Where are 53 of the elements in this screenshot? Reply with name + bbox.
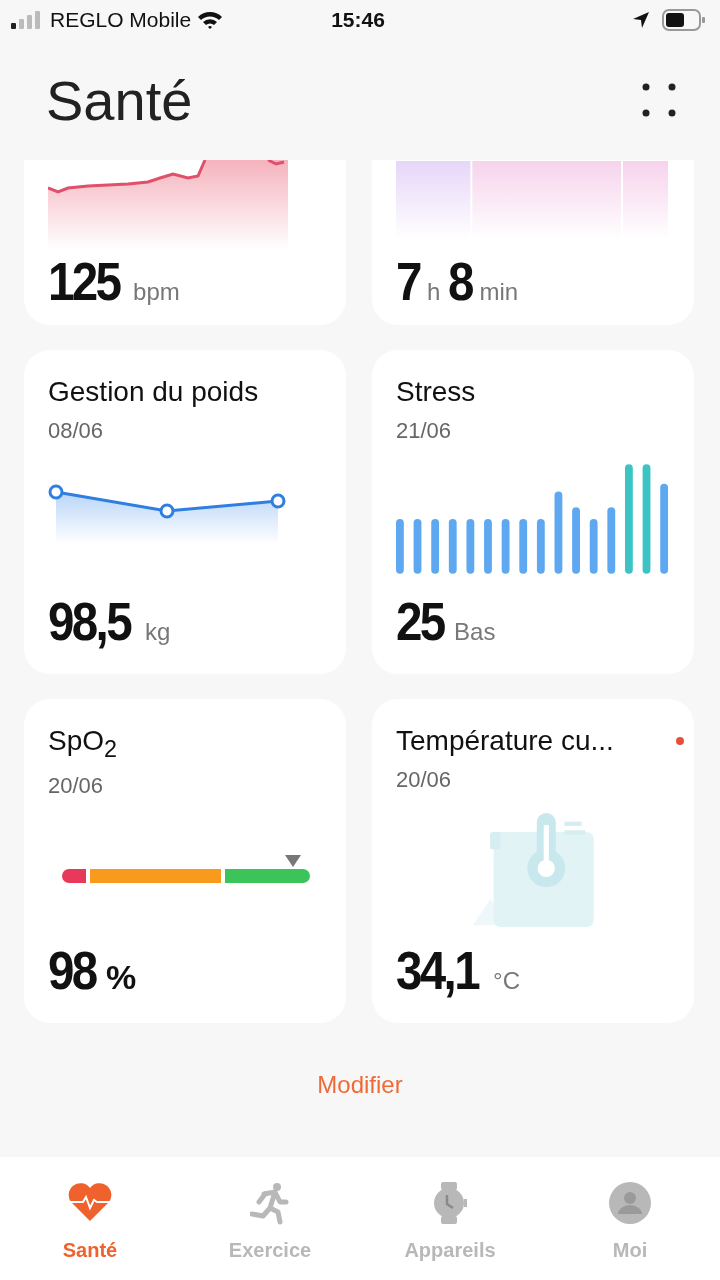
stress-bar <box>448 518 457 574</box>
avatar-icon <box>609 1181 651 1225</box>
card-date: 08/06 <box>48 418 105 444</box>
more-icon[interactable] <box>642 83 676 117</box>
stress-bar <box>501 518 510 574</box>
stress-bar <box>572 507 580 574</box>
location-icon <box>632 11 650 29</box>
stress-bar <box>536 518 545 574</box>
reading-value: 98 <box>48 939 96 1001</box>
card-title: SpO$_{2}$ <box>48 725 117 763</box>
reading-value: 8 <box>448 250 473 312</box>
reading-unit: min <box>479 278 519 306</box>
battery-icon <box>662 8 706 32</box>
health-card[interactable]: Stress 21/06 25 Bas <box>372 350 694 674</box>
data-point <box>159 503 175 519</box>
card-title: Stress <box>396 376 476 408</box>
reading-unit: °C <box>493 967 521 995</box>
reading-value: 7 <box>396 250 420 312</box>
health-card[interactable]: Température cu... 20/06 34,1 °C <box>372 699 694 1023</box>
watch-icon <box>433 1181 467 1225</box>
health-card[interactable]: 7 h 8 min <box>372 160 694 325</box>
stress-bar <box>466 518 475 574</box>
stress-bar <box>396 518 404 574</box>
health-card[interactable]: Gestion du poids 08/06 98,5 kg <box>24 350 346 674</box>
card-title: Gestion du poids <box>48 376 259 408</box>
card-date: 20/06 <box>48 772 105 799</box>
reading-value: 98,5 <box>48 590 130 652</box>
reading-unit: kg <box>145 618 171 646</box>
runner-icon <box>250 1181 290 1225</box>
wifi-icon <box>197 10 224 30</box>
health-card[interactable]: SpO$_{2}$ 20/06 98 % <box>24 699 346 1023</box>
stress-bar <box>413 518 422 574</box>
stress-bar <box>607 507 616 574</box>
card-date: 21/06 <box>396 418 453 444</box>
health-card[interactable]: 125 bpm <box>24 160 346 325</box>
stress-bar <box>519 518 528 574</box>
carrier-name: REGLO Mobile <box>50 8 192 32</box>
stress-bar <box>484 518 492 574</box>
reading-unit: Bas <box>454 618 496 646</box>
data-point <box>48 484 64 500</box>
page-title: Santé <box>46 67 193 133</box>
stress-bar <box>431 518 440 574</box>
reading-unit: h <box>427 278 441 306</box>
status-time: 15:46 <box>331 8 385 32</box>
stress-bar <box>589 518 598 574</box>
reading-unit: bpm <box>133 278 180 306</box>
data-point <box>270 493 286 509</box>
reading-value: 125 <box>48 250 120 312</box>
card-date: 20/06 <box>396 767 453 793</box>
reading-value: 25 <box>396 590 444 652</box>
card-title: Température cu... <box>396 725 614 757</box>
reading-value: 34,1 <box>396 939 478 1001</box>
reading-unit: % <box>106 958 137 997</box>
